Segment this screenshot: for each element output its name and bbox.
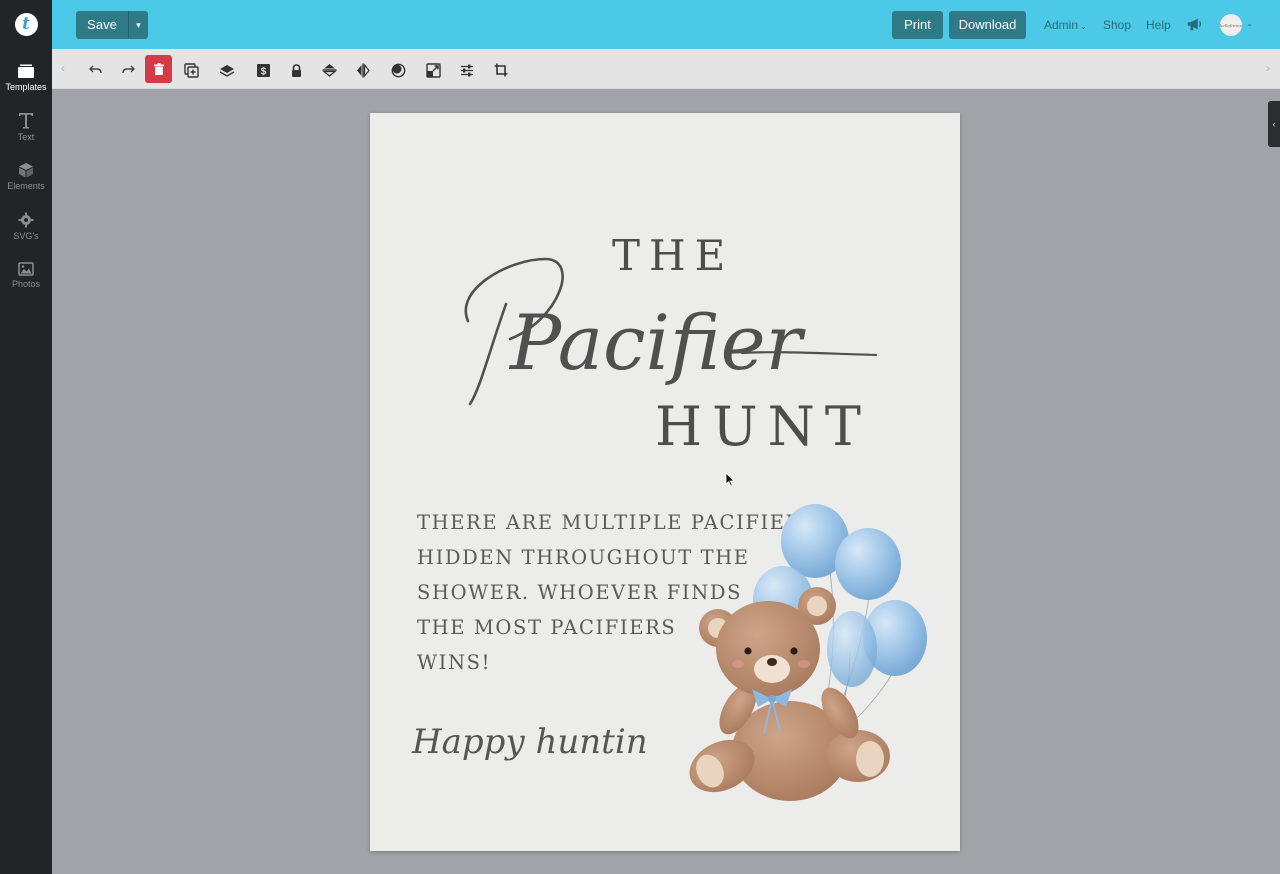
sidebar-item-label: Text: [17, 132, 35, 142]
mask-icon[interactable]: [385, 57, 411, 83]
admin-menu[interactable]: Admin ⌄: [1044, 18, 1087, 32]
trash-icon[interactable]: [145, 55, 172, 83]
balloon: [827, 611, 877, 687]
script-title-text: Pacifier: [508, 298, 807, 387]
design-canvas[interactable]: THE Pacifier HUNT THERE ARE MULTIPLE PAC…: [370, 113, 960, 851]
sidebar-item-templates[interactable]: Templates: [0, 63, 52, 107]
cube-icon: [19, 163, 33, 178]
adjust-sliders-icon[interactable]: [454, 57, 480, 83]
left-sidebar: Templates Text Elements SVG's Photos: [0, 49, 52, 874]
save-button[interactable]: Save: [76, 11, 128, 39]
account-chevron-down-icon[interactable]: ⌄: [1246, 19, 1253, 28]
sidebar-item-elements[interactable]: Elements: [0, 162, 52, 206]
templates-icon: [18, 64, 34, 78]
save-options-chevron-down-icon[interactable]: ▾: [128, 11, 148, 39]
teddy-bear-balloons-illustration[interactable]: [680, 501, 940, 801]
flip-vertical-icon[interactable]: [316, 57, 342, 83]
sidebar-item-label: Elements: [7, 181, 45, 191]
sidebar-item-text[interactable]: Text: [0, 112, 52, 156]
avatar-text: hellofresco: [1219, 22, 1243, 28]
toolbar-scroll-right-icon[interactable]: ›: [1266, 61, 1270, 75]
redo-icon[interactable]: [115, 57, 141, 83]
lock-icon[interactable]: [283, 57, 309, 83]
balloon: [835, 528, 901, 600]
text-icon: [19, 113, 33, 129]
crop-icon[interactable]: [488, 57, 514, 83]
sidebar-item-label: SVG's: [13, 231, 39, 241]
resize-icon[interactable]: [420, 57, 446, 83]
top-bar: t Save ▾ Print Download Admin ⌄ Shop Help…: [0, 0, 1280, 49]
megaphone-icon[interactable]: [1186, 15, 1204, 33]
gear-icon: [18, 212, 34, 228]
shop-link[interactable]: Shop: [1103, 18, 1131, 32]
duplicate-icon[interactable]: [178, 57, 204, 83]
flip-horizontal-icon[interactable]: [350, 57, 376, 83]
poster-closing-script[interactable]: Happy hunting!: [408, 703, 648, 783]
sidebar-item-label: Photos: [11, 279, 41, 289]
sidebar-item-photos[interactable]: Photos: [0, 262, 52, 306]
sidebar-item-label: Templates: [5, 82, 47, 92]
closing-text: Happy hunting!: [411, 722, 648, 762]
poster-heading-hunt[interactable]: HUNT: [655, 395, 871, 458]
app-logo[interactable]: t: [0, 0, 52, 49]
sidebar-item-svgs[interactable]: SVG's: [0, 212, 52, 256]
dollar-icon[interactable]: $: [250, 57, 276, 83]
mouse-cursor-icon: [725, 472, 735, 487]
avatar[interactable]: hellofresco: [1220, 14, 1242, 36]
panel-collapse-chevron-left-icon[interactable]: ‹: [1268, 101, 1280, 147]
svg-text:$: $: [260, 66, 266, 77]
download-button[interactable]: Download: [949, 11, 1026, 39]
logo-icon: t: [14, 13, 38, 36]
admin-label: Admin: [1044, 18, 1079, 32]
save-button-group: Save ▾: [76, 11, 148, 39]
toolbar-scroll-left-icon[interactable]: ‹: [61, 61, 65, 75]
print-button[interactable]: Print: [892, 11, 943, 39]
editing-toolbar: ‹ $ ›: [52, 49, 1280, 89]
poster-script-title[interactable]: Pacifier: [450, 249, 880, 419]
image-icon: [18, 262, 34, 276]
layers-icon[interactable]: [214, 57, 240, 83]
undo-icon[interactable]: [82, 57, 108, 83]
help-link[interactable]: Help: [1146, 18, 1171, 32]
chevron-down-icon: ⌄: [1080, 22, 1087, 31]
